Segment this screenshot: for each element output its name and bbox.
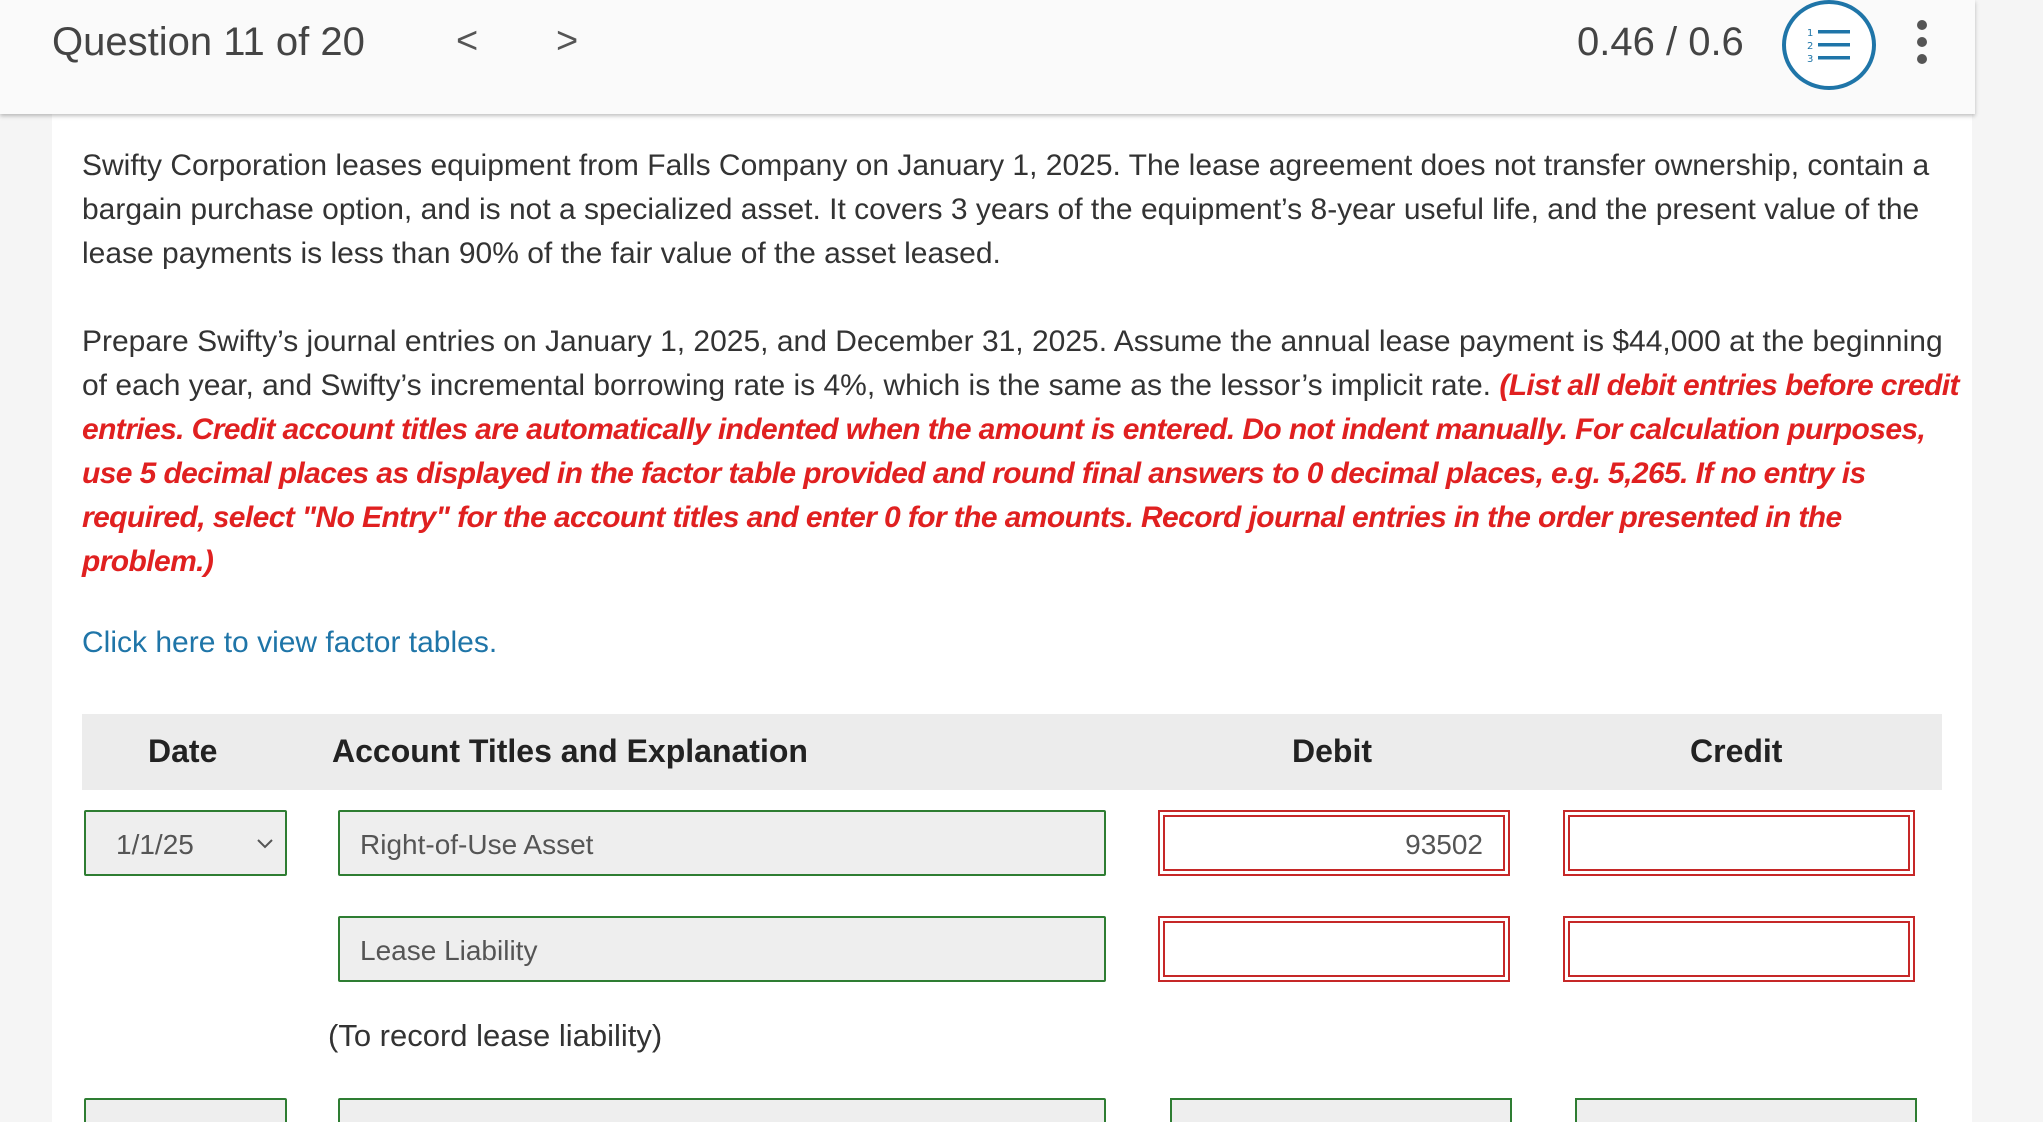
question-header: Question 11 of 20 < > 0.46 / 0.6 1 2 3 (0, 0, 1975, 114)
journal-table-header: Date Account Titles and Explanation Debi… (82, 714, 1942, 790)
numbered-list-icon: 1 2 3 (1807, 28, 1850, 65)
more-vertical-icon (1917, 20, 1927, 30)
factor-tables-link[interactable]: Click here to view factor tables. (82, 626, 497, 660)
svg-text:1: 1 (1807, 28, 1813, 39)
score-display: 0.46 / 0.6 (1577, 20, 1744, 64)
question-content: Swifty Corporation leases equipment from… (52, 114, 1972, 1122)
account-title-field[interactable]: Lease Liability (338, 916, 1106, 982)
debit-amount-field[interactable] (1158, 916, 1510, 982)
chevron-down-icon (257, 839, 273, 849)
problem-paragraph-1: Swifty Corporation leases equipment from… (82, 149, 1930, 270)
credit-amount-value (1568, 815, 1910, 871)
date-select[interactable] (84, 1098, 287, 1122)
credit-amount-value (1568, 921, 1910, 977)
previous-question-button[interactable]: < (456, 20, 478, 63)
svg-text:3: 3 (1807, 54, 1813, 65)
question-list-button[interactable]: 1 2 3 (1782, 0, 1876, 90)
next-question-button[interactable]: > (556, 20, 578, 63)
debit-amount-field[interactable]: 93502 (1158, 810, 1510, 876)
entry-explanation: (To record lease liability) (328, 1018, 663, 1053)
header-date: Date (148, 733, 218, 769)
svg-text:2: 2 (1807, 41, 1813, 52)
credit-amount-field[interactable] (1575, 1098, 1917, 1122)
debit-amount-value: 93502 (1163, 815, 1505, 871)
debit-amount-field[interactable] (1170, 1098, 1512, 1122)
date-value: 1/1/25 (116, 829, 194, 860)
header-debit: Debit (1292, 733, 1372, 769)
credit-amount-field[interactable] (1563, 916, 1915, 982)
debit-amount-value (1163, 921, 1505, 977)
account-title-field[interactable] (338, 1098, 1106, 1122)
header-credit: Credit (1690, 733, 1783, 769)
header-account: Account Titles and Explanation (332, 733, 808, 769)
date-select[interactable]: 1/1/25 (84, 810, 287, 876)
problem-paragraph-2: Prepare Swifty’s journal entries on Janu… (82, 320, 1962, 584)
more-options-button[interactable] (1912, 20, 1932, 70)
question-counter: Question 11 of 20 (52, 20, 365, 64)
account-title-field[interactable]: Right-of-Use Asset (338, 810, 1106, 876)
credit-amount-field[interactable] (1563, 810, 1915, 876)
